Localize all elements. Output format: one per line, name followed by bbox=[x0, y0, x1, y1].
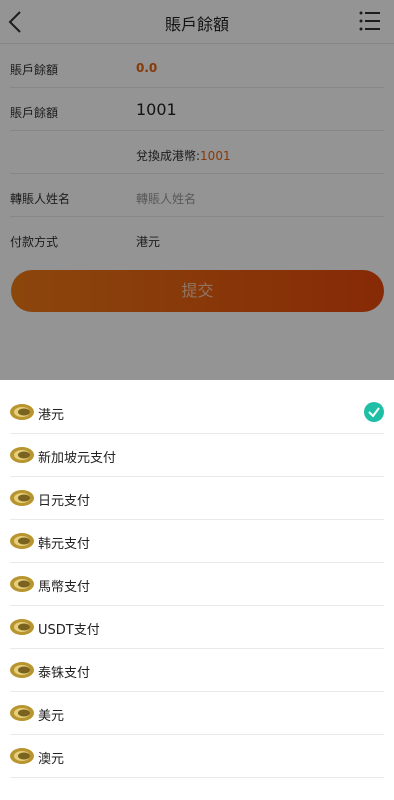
payment-option-label: 美元 bbox=[38, 709, 65, 724]
payment-option-label: 韩元支付 bbox=[38, 537, 91, 552]
checkmark-icon bbox=[364, 402, 384, 422]
payment-option-label: 澳元 bbox=[38, 752, 65, 767]
payment-option-label: USDT支付 bbox=[38, 623, 100, 638]
coin-icon bbox=[10, 748, 34, 764]
payment-option-label: 馬幣支付 bbox=[38, 580, 91, 595]
coin-icon bbox=[10, 619, 34, 635]
payment-option-label: 泰铢支付 bbox=[38, 666, 91, 681]
payment-option[interactable]: 日元支付 bbox=[10, 477, 384, 520]
payment-options-sheet: 港元 新加坡元支付 日元支付 韩元支付 馬幣支付 USDT支付 泰铢支付 美元 … bbox=[0, 380, 394, 800]
payment-option[interactable]: 韩元支付 bbox=[10, 520, 384, 563]
coin-icon bbox=[10, 490, 34, 506]
payment-option-label: 港元 bbox=[38, 408, 65, 423]
payment-option[interactable]: 馬幣支付 bbox=[10, 563, 384, 606]
coin-icon bbox=[10, 404, 34, 420]
payment-option-label: 日元支付 bbox=[38, 494, 91, 509]
modal-overlay[interactable] bbox=[0, 0, 394, 380]
payment-option-label: 新加坡元支付 bbox=[38, 451, 117, 466]
payment-option[interactable]: 美元 bbox=[10, 692, 384, 735]
payment-option[interactable]: USDT支付 bbox=[10, 606, 384, 649]
coin-icon bbox=[10, 705, 34, 721]
coin-icon bbox=[10, 447, 34, 463]
payment-option[interactable]: 澳元 bbox=[10, 735, 384, 778]
payment-option[interactable]: 新加坡元支付 bbox=[10, 434, 384, 477]
coin-icon bbox=[10, 662, 34, 678]
coin-icon bbox=[10, 576, 34, 592]
payment-option[interactable]: 泰铢支付 bbox=[10, 649, 384, 692]
payment-option[interactable]: 港元 bbox=[10, 391, 384, 434]
coin-icon bbox=[10, 533, 34, 549]
